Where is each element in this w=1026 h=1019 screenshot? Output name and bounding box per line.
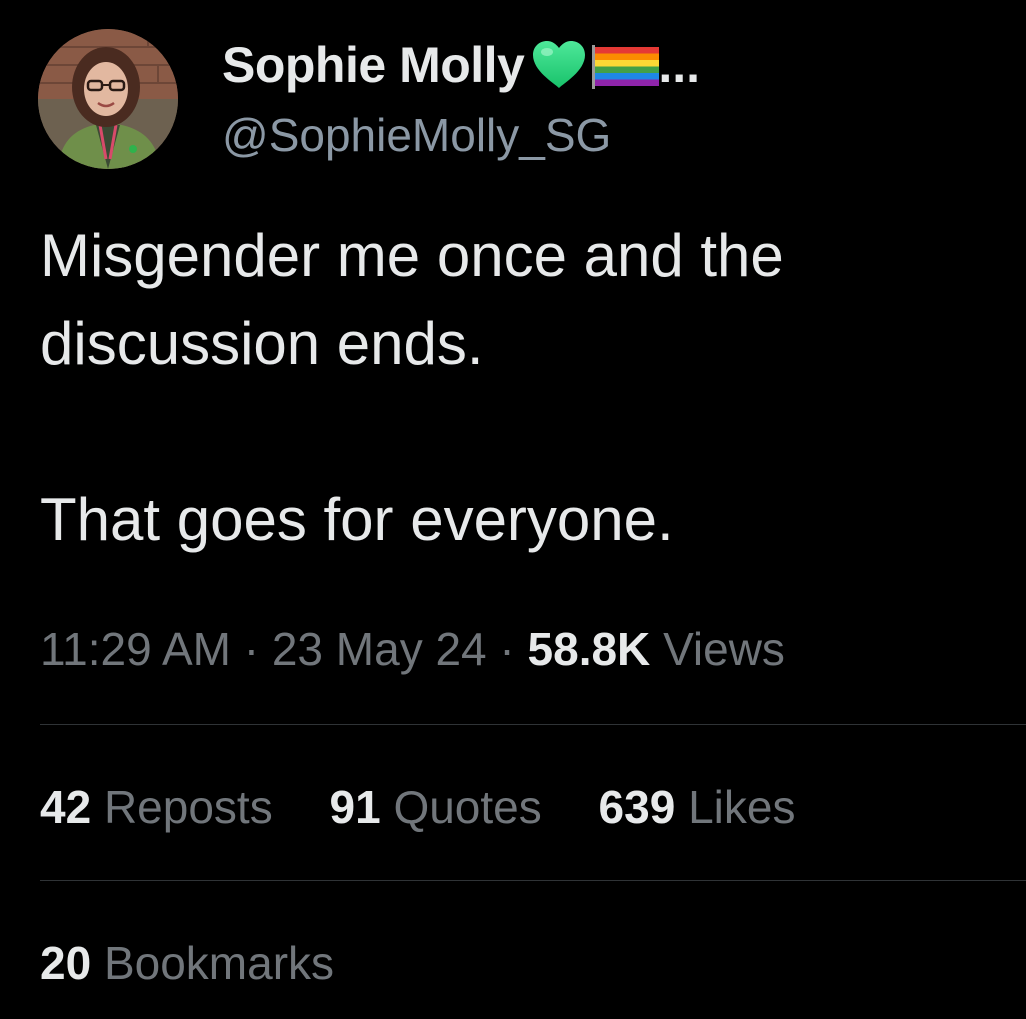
- name-truncation: ...: [658, 37, 701, 93]
- author-handle[interactable]: @SophieMolly_SG: [222, 108, 611, 162]
- tweet-line: Misgender me once and the: [40, 222, 784, 289]
- quotes-stat[interactable]: 91 Quotes: [329, 781, 541, 833]
- display-name[interactable]: Sophie Molly: [222, 36, 525, 94]
- bookmarks-count: 20: [40, 937, 92, 989]
- quotes-count: 91: [329, 781, 381, 833]
- bookmarks-label: Bookmarks: [103, 937, 335, 989]
- likes-count: 639: [598, 781, 676, 833]
- reposts-label: Reposts: [103, 781, 273, 833]
- tweet-text: Misgender me once and the discussion end…: [40, 212, 1000, 564]
- tweet-line: That goes for everyone.: [40, 486, 674, 553]
- avatar-photo: [38, 29, 178, 169]
- divider: [40, 880, 1026, 881]
- green-heart-icon: [530, 39, 588, 91]
- reposts-count: 42: [40, 781, 92, 833]
- reposts-stat[interactable]: 42 Reposts: [40, 781, 273, 833]
- quotes-label: Quotes: [393, 781, 542, 833]
- tweet-time[interactable]: 11:29 AM: [40, 623, 231, 675]
- meta-separator: ·: [243, 623, 260, 675]
- tweet-card: Sophie Molly ... @SophieMolly_SG Misgend…: [0, 0, 1026, 1019]
- views-count[interactable]: 58.8K: [528, 623, 651, 675]
- divider: [40, 724, 1026, 725]
- likes-stat[interactable]: 639 Likes: [599, 781, 796, 833]
- likes-label: Likes: [688, 781, 796, 833]
- views-label[interactable]: Views: [663, 623, 785, 675]
- tweet-meta: 11:29 AM · 23 May 24 · 58.8K Views: [40, 614, 785, 684]
- avatar[interactable]: [38, 29, 178, 169]
- rainbow-flag-icon: [590, 39, 662, 91]
- tweet-date[interactable]: 23 May 24: [272, 623, 487, 675]
- tweet-line: discussion ends.: [40, 310, 484, 377]
- meta-separator: ·: [499, 623, 515, 675]
- author-name-row[interactable]: Sophie Molly ...: [222, 34, 700, 96]
- bookmarks-stat[interactable]: 20 Bookmarks: [40, 928, 334, 998]
- engagement-stats: 42 Reposts 91 Quotes 639 Likes: [40, 772, 839, 842]
